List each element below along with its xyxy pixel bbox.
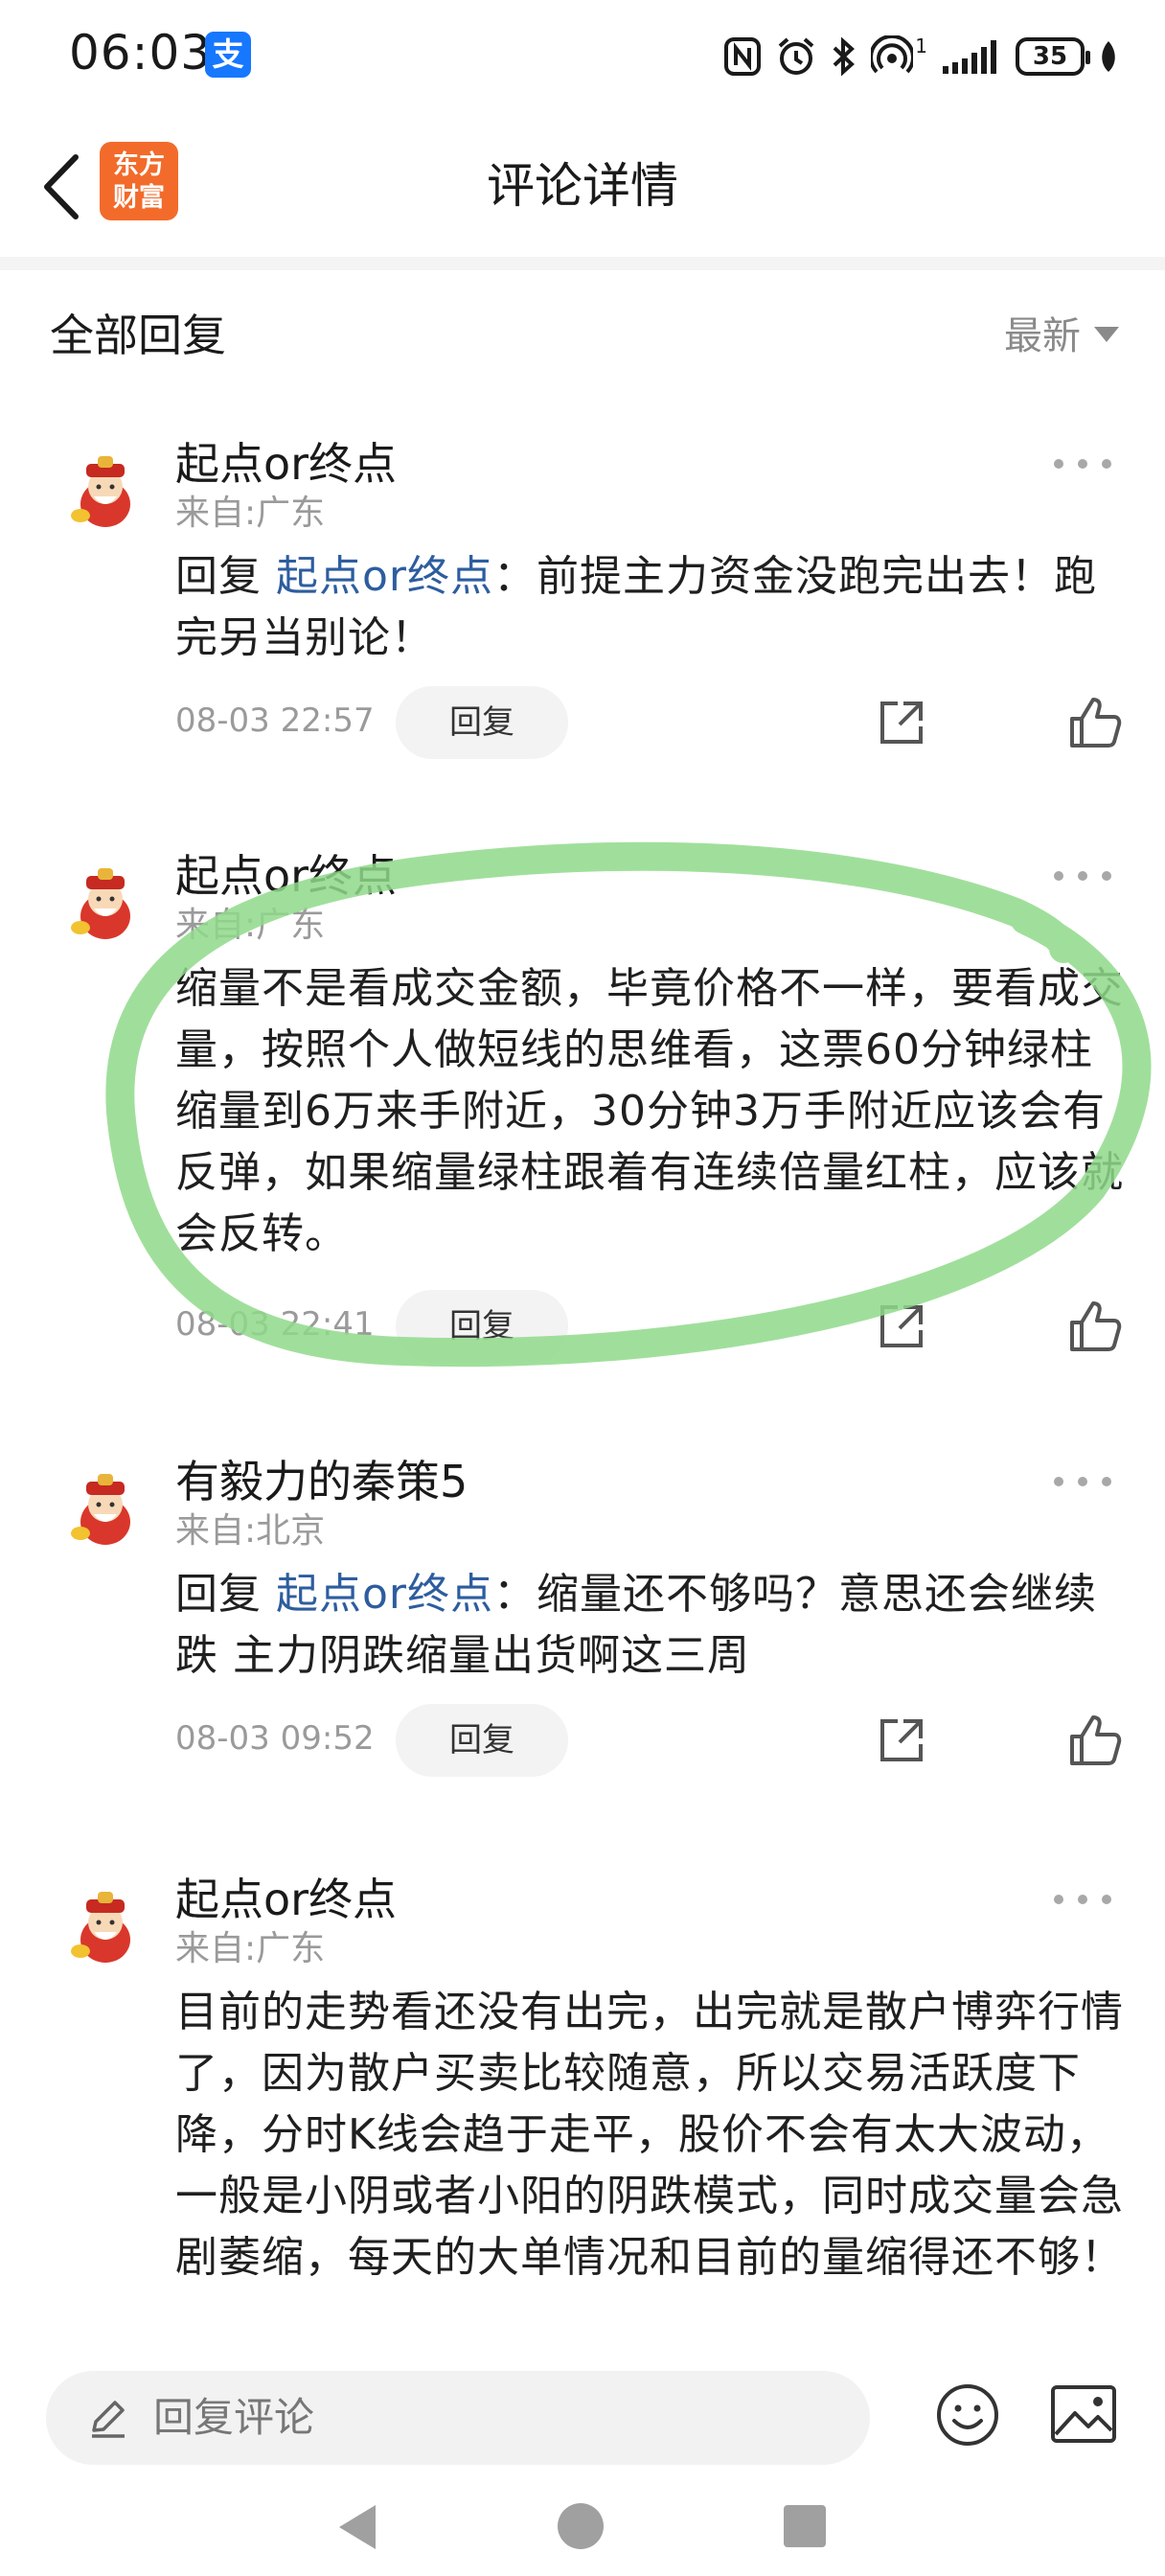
- more-dots-icon[interactable]: [1054, 1890, 1111, 1909]
- avatar[interactable]: [63, 448, 148, 533]
- nav-home-icon[interactable]: [558, 2503, 604, 2549]
- status-icons: 1 35: [723, 33, 1119, 80]
- timestamp: 08-03 22:57: [175, 702, 375, 740]
- username[interactable]: 有毅力的秦策5: [175, 1447, 468, 1510]
- location: 来自:北京: [175, 1511, 326, 1551]
- bottom-bar: 回复评论: [0, 2346, 1165, 2471]
- reply-button[interactable]: 回复: [396, 1704, 568, 1777]
- comment-meta: 08-03 09:52 回复: [175, 1704, 1124, 1777]
- share-icon[interactable]: [875, 696, 928, 749]
- header: 东方 财富 评论详情: [0, 115, 1165, 257]
- section-title: 全部回复: [50, 310, 226, 361]
- alipay-icon: 支: [205, 32, 251, 78]
- pencil-icon: [92, 2401, 125, 2438]
- battery-icon: 35: [1016, 37, 1090, 76]
- status-time: 06:03: [69, 25, 213, 80]
- location: 来自:广东: [175, 906, 326, 945]
- signal-icon: [943, 40, 996, 74]
- username[interactable]: 起点or终点: [175, 429, 397, 493]
- page-title: 评论详情: [487, 158, 678, 214]
- comment-item: 起点or终点 来自:广东 缩量不是看成交金额，毕竟价格不一样，要看成交量，按照个…: [0, 841, 1165, 1378]
- hotspot-icon: [871, 35, 914, 74]
- thumbs-up-icon[interactable]: [1066, 1298, 1124, 1355]
- thumbs-up-icon[interactable]: [1066, 694, 1124, 751]
- sort-row: 全部回复 最新: [0, 278, 1165, 383]
- caret-down-icon: [1094, 327, 1119, 342]
- timestamp: 08-03 22:41: [175, 1305, 375, 1344]
- comment-meta: 08-03 22:57 回复: [175, 686, 1124, 759]
- reply-prefix: 回复: [175, 1570, 276, 1619]
- alarm-icon: [778, 37, 814, 75]
- thumbs-up-icon[interactable]: [1066, 1712, 1124, 1769]
- reply-prefix: 回复: [175, 552, 276, 601]
- mention-link[interactable]: 起点or终点: [276, 552, 493, 601]
- location: 来自:广东: [175, 1929, 326, 1968]
- reply-button[interactable]: 回复: [396, 686, 568, 759]
- nfc-icon: [724, 37, 762, 76]
- comment-item: 起点or终点 来自:广东 目前的走势看还没有出完，出完就是散户博弈行情了，因为散…: [0, 1865, 1165, 2344]
- sort-dropdown[interactable]: 最新: [1004, 305, 1119, 360]
- location: 来自:广东: [175, 494, 326, 533]
- bluetooth-icon: [833, 36, 856, 77]
- reply-button[interactable]: 回复: [396, 1290, 568, 1363]
- more-dots-icon[interactable]: [1054, 454, 1111, 473]
- comment-meta: 08-03 22:41 回复: [175, 1290, 1124, 1363]
- sort-label: 最新: [1004, 314, 1081, 358]
- nav-recents-icon[interactable]: [784, 2505, 826, 2547]
- comment-item: 起点or终点 来自:广东 回复 起点or终点：前提主力资金没跑完出去！跑完另当别…: [0, 429, 1165, 794]
- status-bar: 06:03 支 1 35: [0, 0, 1165, 115]
- image-icon[interactable]: [1050, 2384, 1117, 2444]
- nav-back-icon[interactable]: [333, 2501, 379, 2553]
- comment-text: 缩量不是看成交金额，毕竟价格不一样，要看成交量，按照个人做短线的思维看，这票60…: [175, 964, 1124, 1258]
- reply-input-placeholder: 回复评论: [153, 2394, 315, 2441]
- comment-text: 回复 起点or终点：缩量还不够吗？意思还会继续跌 主力阴跌缩量出货啊这三周: [175, 1564, 1124, 1687]
- avatar[interactable]: [63, 1884, 148, 1968]
- username[interactable]: 起点or终点: [175, 1865, 397, 1928]
- more-dots-icon[interactable]: [1054, 866, 1111, 886]
- more-dots-icon[interactable]: [1054, 1472, 1111, 1491]
- avatar[interactable]: [63, 861, 148, 945]
- comment-item: 有毅力的秦策5 来自:北京 回复 起点or终点：缩量还不够吗？意思还会继续跌 主…: [0, 1447, 1165, 1811]
- reply-comment-input[interactable]: 回复评论: [46, 2371, 870, 2465]
- mention-link[interactable]: 起点or终点: [276, 1570, 493, 1619]
- username[interactable]: 起点or终点: [175, 841, 397, 905]
- timestamp: 08-03 09:52: [175, 1719, 375, 1758]
- comment-text: 回复 起点or终点：前提主力资金没跑完出去！跑完另当别论！: [175, 546, 1124, 669]
- share-icon[interactable]: [875, 1714, 928, 1767]
- leaf-icon: [1102, 41, 1115, 72]
- share-icon[interactable]: [875, 1300, 928, 1353]
- system-nav-bar: [0, 2480, 1165, 2576]
- signal-superscript: 1: [915, 34, 927, 58]
- comment-text: 目前的走势看还没有出完，出完就是散户博弈行情了，因为散户买卖比较随意，所以交易活…: [175, 1988, 1124, 2282]
- avatar[interactable]: [63, 1466, 148, 1551]
- header-divider: [0, 257, 1165, 270]
- emoji-icon[interactable]: [935, 2382, 1000, 2448]
